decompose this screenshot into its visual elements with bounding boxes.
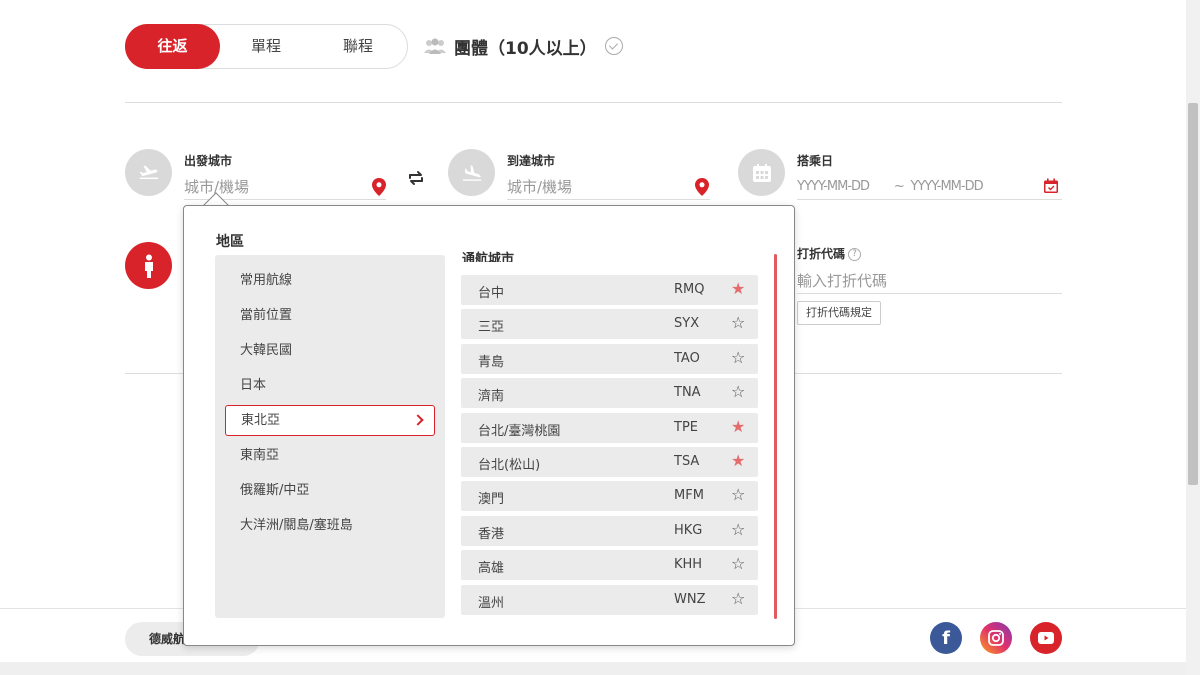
city-code: SYX [674,316,700,332]
city-name: 台北/臺灣桃園 [478,423,561,439]
landing-icon [448,149,495,196]
region-item-russia-central-asia[interactable]: 俄羅斯/中亞 [225,475,435,506]
group-icon [424,38,446,54]
city-code: KHH [674,557,703,573]
favorite-star-icon[interactable]: ★ [731,418,745,435]
favorite-star-icon[interactable]: ☆ [731,384,745,400]
calendar-grid-icon [738,149,785,196]
origin-label: 出發城市 [184,154,233,168]
city-row[interactable]: 青島 TAO ☆ [461,343,758,374]
calendar-icon[interactable] [1043,178,1059,194]
facebook-icon[interactable]: f [930,622,962,654]
region-item-southeast-asia[interactable]: 東南亞 [225,440,435,471]
city-code: WNZ [674,591,706,607]
favorite-star-icon[interactable]: ☆ [731,487,745,503]
page-scrollbar-thumb[interactable] [1188,103,1198,485]
group-booking-toggle[interactable]: 團體（10人以上） [424,33,623,59]
city-name: 澳門 [478,492,505,508]
help-icon[interactable]: ? [848,248,862,261]
destination-input[interactable]: 城市/機場 [507,176,710,200]
travel-date-label: 搭乘日 [797,154,834,168]
favorite-star-icon[interactable]: ☆ [731,521,745,538]
discount-label-text: 打折代碼 [797,247,846,261]
city-row[interactable]: 台北(松山) TSA ★ [461,447,758,477]
discount-rules-button[interactable]: 打折代碼規定 [797,301,881,325]
favorite-star-icon[interactable]: ★ [731,453,745,469]
city-code: TSA [674,454,700,469]
favorite-star-icon[interactable]: ☆ [731,315,745,331]
city-name: 香港 [478,526,505,542]
city-code: TPE [674,419,698,435]
city-code: MFM [674,488,704,504]
region-item-japan[interactable]: 日本 [225,370,435,401]
instagram-icon[interactable] [980,622,1012,654]
city-code: HKG [674,522,703,538]
divider [125,102,1062,103]
region-item-oceania[interactable]: 大洋洲/關島/塞班島 [225,510,435,541]
takeoff-icon [125,149,172,196]
city-name: 高雄 [478,561,505,577]
multi-city-button[interactable]: 聯程 [318,24,398,69]
region-item-current-location[interactable]: 當前位置 [225,300,435,331]
location-pin-icon[interactable] [695,178,709,196]
city-name: 青島 [478,354,505,370]
region-item-frequent[interactable]: 常用航線 [225,265,435,296]
favorite-star-icon[interactable]: ☆ [731,556,745,572]
city-name: 三亞 [478,320,505,336]
region-title: 地區 [216,234,244,250]
city-list-title: 通航城市 [462,252,515,262]
end-date-placeholder: YYYY-MM-DD [910,179,984,194]
swap-icon[interactable] [404,166,428,190]
city-row[interactable]: 三亞 SYX ☆ [461,309,758,340]
city-row[interactable]: 澳門 MFM ☆ [461,481,758,512]
horizontal-scrollbar[interactable] [0,662,1200,675]
favorite-star-icon[interactable]: ☆ [731,590,745,607]
destination-placeholder: 城市/機場 [507,178,573,196]
city-name: 台中 [478,286,505,301]
region-item-label: 東北亞 [241,413,281,428]
start-date-placeholder: YYYY-MM-DD [797,179,870,194]
city-name: 台北(松山) [478,458,541,473]
youtube-icon[interactable] [1030,622,1062,654]
city-code: TNA [674,385,701,401]
date-separator: ~ [893,179,905,194]
travel-date-input[interactable]: YYYY-MM-DD ~ YYYY-MM-DD [797,176,1062,200]
region-list: 常用航線 當前位置 大韓民國 日本 東北亞 東南亞 俄羅斯/中亞 大洋洲/關島/… [215,255,445,618]
destination-label: 到達城市 [507,154,556,168]
discount-code-input[interactable]: 輸入打折代碼 [797,270,1062,294]
region-item-korea[interactable]: 大韓民國 [225,335,435,366]
location-pin-icon[interactable] [372,178,386,196]
city-code: TAO [674,350,700,366]
round-trip-button[interactable]: 往返 [125,24,220,69]
discount-placeholder: 輸入打折代碼 [797,272,888,290]
one-way-button[interactable]: 單程 [226,24,306,69]
city-code: RMQ [674,282,705,297]
region-item-northeast-asia[interactable]: 東北亞 [225,405,435,436]
city-row[interactable]: 香港 HKG ☆ [461,515,758,546]
check-circle-icon[interactable] [604,37,623,55]
booking-page: 往返 單程 聯程 團體（10人以上） 出發城市 城市/機場 到達城市 城市/機場… [0,0,1200,675]
trip-type-selector: 往返 單程 聯程 [125,24,408,69]
favorite-star-icon[interactable]: ☆ [731,349,745,366]
favorite-star-icon[interactable]: ★ [731,281,745,297]
city-row[interactable]: 濟南 TNA ☆ [461,378,758,409]
city-name: 濟南 [478,389,505,405]
city-row[interactable]: 台北/臺灣桃園 TPE ★ [461,412,758,443]
passenger-icon [125,242,172,289]
city-row[interactable]: 台中 RMQ ★ [461,275,758,305]
city-row[interactable]: 溫州 WNZ ☆ [461,584,758,615]
city-list-scrollbar[interactable] [774,254,777,619]
chevron-right-icon [412,414,424,426]
discount-label: 打折代碼? [797,245,862,262]
group-booking-label: 團體（10人以上） [454,38,597,59]
city-name: 溫州 [478,595,505,611]
city-picker-dropdown: 地區 常用航線 當前位置 大韓民國 日本 東北亞 東南亞 俄羅斯/中亞 大洋洲/… [183,205,795,646]
city-row[interactable]: 高雄 KHH ☆ [461,550,758,581]
